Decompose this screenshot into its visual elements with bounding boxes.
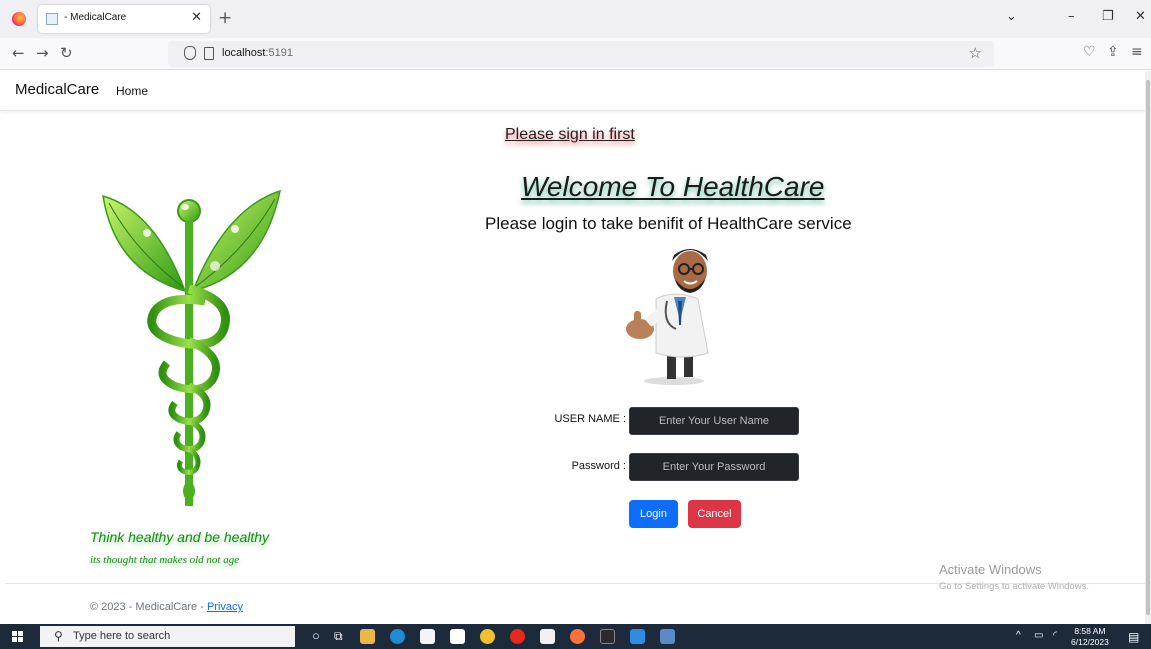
app-menu-icon[interactable]: ≡	[1131, 44, 1143, 60]
activate-windows-subtitle: Go to Settings to activate Windows.	[939, 581, 1089, 592]
address-bar[interactable]: localhost:5191 ☆	[168, 41, 994, 67]
tracking-protection-shield-icon[interactable]	[184, 46, 196, 60]
brand-link[interactable]: MedicalCare	[15, 81, 99, 98]
login-button[interactable]: Login	[629, 500, 678, 528]
url-text[interactable]: localhost:5191	[222, 47, 293, 59]
taskbar-search-box[interactable]: ⚲ Type here to search	[40, 626, 295, 647]
browser-tab-active[interactable]: - MedicalCare ✕	[38, 5, 210, 33]
terminal-icon[interactable]	[600, 629, 615, 644]
tab-list-chevron-icon[interactable]: ⌄	[1006, 9, 1017, 24]
browser-tab-bar: - MedicalCare ✕ + ⌄ – ❐ ✕	[0, 0, 1151, 38]
opera-icon[interactable]	[510, 629, 525, 644]
task-view-icon[interactable]: ⧉	[334, 629, 343, 644]
back-arrow-icon[interactable]: ←	[12, 44, 25, 62]
minimize-window-button[interactable]: –	[1068, 9, 1075, 24]
tagline-sub: its thought that makes old not age	[90, 554, 240, 566]
mail-icon[interactable]	[450, 629, 465, 644]
battery-icon[interactable]: ▭	[1034, 630, 1043, 641]
taskbar-clock[interactable]: 8:58 AM 6/12/2023	[1071, 626, 1109, 648]
notification-icon[interactable]: ▤	[1128, 630, 1139, 644]
signin-message: Please sign in first	[505, 126, 635, 143]
activate-windows-title: Activate Windows	[939, 562, 1042, 577]
cortana-icon[interactable]: ○	[312, 628, 320, 643]
search-icon: ⚲	[54, 629, 63, 643]
privacy-link[interactable]: Privacy	[207, 601, 243, 613]
edge-browser-icon[interactable]	[390, 629, 405, 644]
page-viewport: MedicalCare Home Please sign in first We…	[0, 71, 1145, 624]
tagline: Think healthy and be healthy	[90, 529, 270, 545]
pocket-icon[interactable]: ♡	[1083, 44, 1096, 60]
cancel-button[interactable]: Cancel	[688, 500, 741, 528]
firefox-logo-icon	[12, 12, 26, 26]
app-window-icon[interactable]	[660, 629, 675, 644]
windows-taskbar: ⚲ Type here to search ○ ⧉ ^ ▭ ◜ 8:58 AM …	[0, 624, 1151, 649]
caduceus-logo-illustration	[102, 189, 281, 506]
forward-arrow-icon[interactable]: →	[36, 44, 49, 62]
page-favicon-icon	[46, 13, 58, 25]
firefox-taskbar-icon[interactable]	[570, 629, 585, 644]
doctor-illustration	[626, 249, 709, 385]
extensions-icon[interactable]: ⇪	[1107, 44, 1119, 60]
microsoft-store-icon[interactable]	[420, 629, 435, 644]
login-subtitle: Please login to take benifit of HealthCa…	[485, 214, 852, 233]
tray-chevron-icon[interactable]: ^	[1016, 630, 1021, 641]
notepad-icon[interactable]	[540, 629, 555, 644]
footer-copyright: © 2023 - MedicalCare -	[90, 601, 207, 613]
clock-time: 8:58 AM	[1074, 626, 1106, 636]
restore-window-button[interactable]: ❐	[1102, 9, 1114, 24]
tab-title: - MedicalCare	[64, 12, 127, 23]
password-input[interactable]	[629, 453, 799, 481]
wifi-icon[interactable]: ◜	[1053, 630, 1057, 641]
bookmark-star-icon[interactable]: ☆	[969, 44, 982, 62]
page-scrollbar-thumb[interactable]	[1146, 80, 1150, 615]
windows-start-icon[interactable]	[12, 631, 24, 643]
chrome-icon[interactable]	[480, 629, 495, 644]
tab-close-icon[interactable]: ✕	[191, 10, 202, 25]
close-window-button[interactable]: ✕	[1135, 9, 1146, 24]
vscode-icon[interactable]	[630, 629, 645, 644]
welcome-heading: Welcome To HealthCare	[521, 171, 825, 202]
file-explorer-icon[interactable]	[360, 629, 375, 644]
taskbar-search-placeholder: Type here to search	[73, 630, 171, 642]
username-input[interactable]	[629, 407, 799, 435]
browser-toolbar: ← → ↻ localhost:5191 ☆ ♡ ⇪ ≡	[0, 38, 1151, 70]
nav-home-link[interactable]: Home	[116, 84, 148, 98]
site-navbar: MedicalCare Home	[0, 71, 1145, 111]
page-info-icon[interactable]	[204, 47, 214, 60]
reload-icon[interactable]: ↻	[60, 44, 73, 62]
footer: © 2023 - MedicalCare - Privacy	[90, 601, 243, 613]
clock-date: 6/12/2023	[1071, 637, 1109, 647]
new-tab-button[interactable]: +	[218, 8, 232, 28]
password-label: Password :	[571, 460, 626, 472]
username-label: USER NAME :	[554, 413, 626, 425]
